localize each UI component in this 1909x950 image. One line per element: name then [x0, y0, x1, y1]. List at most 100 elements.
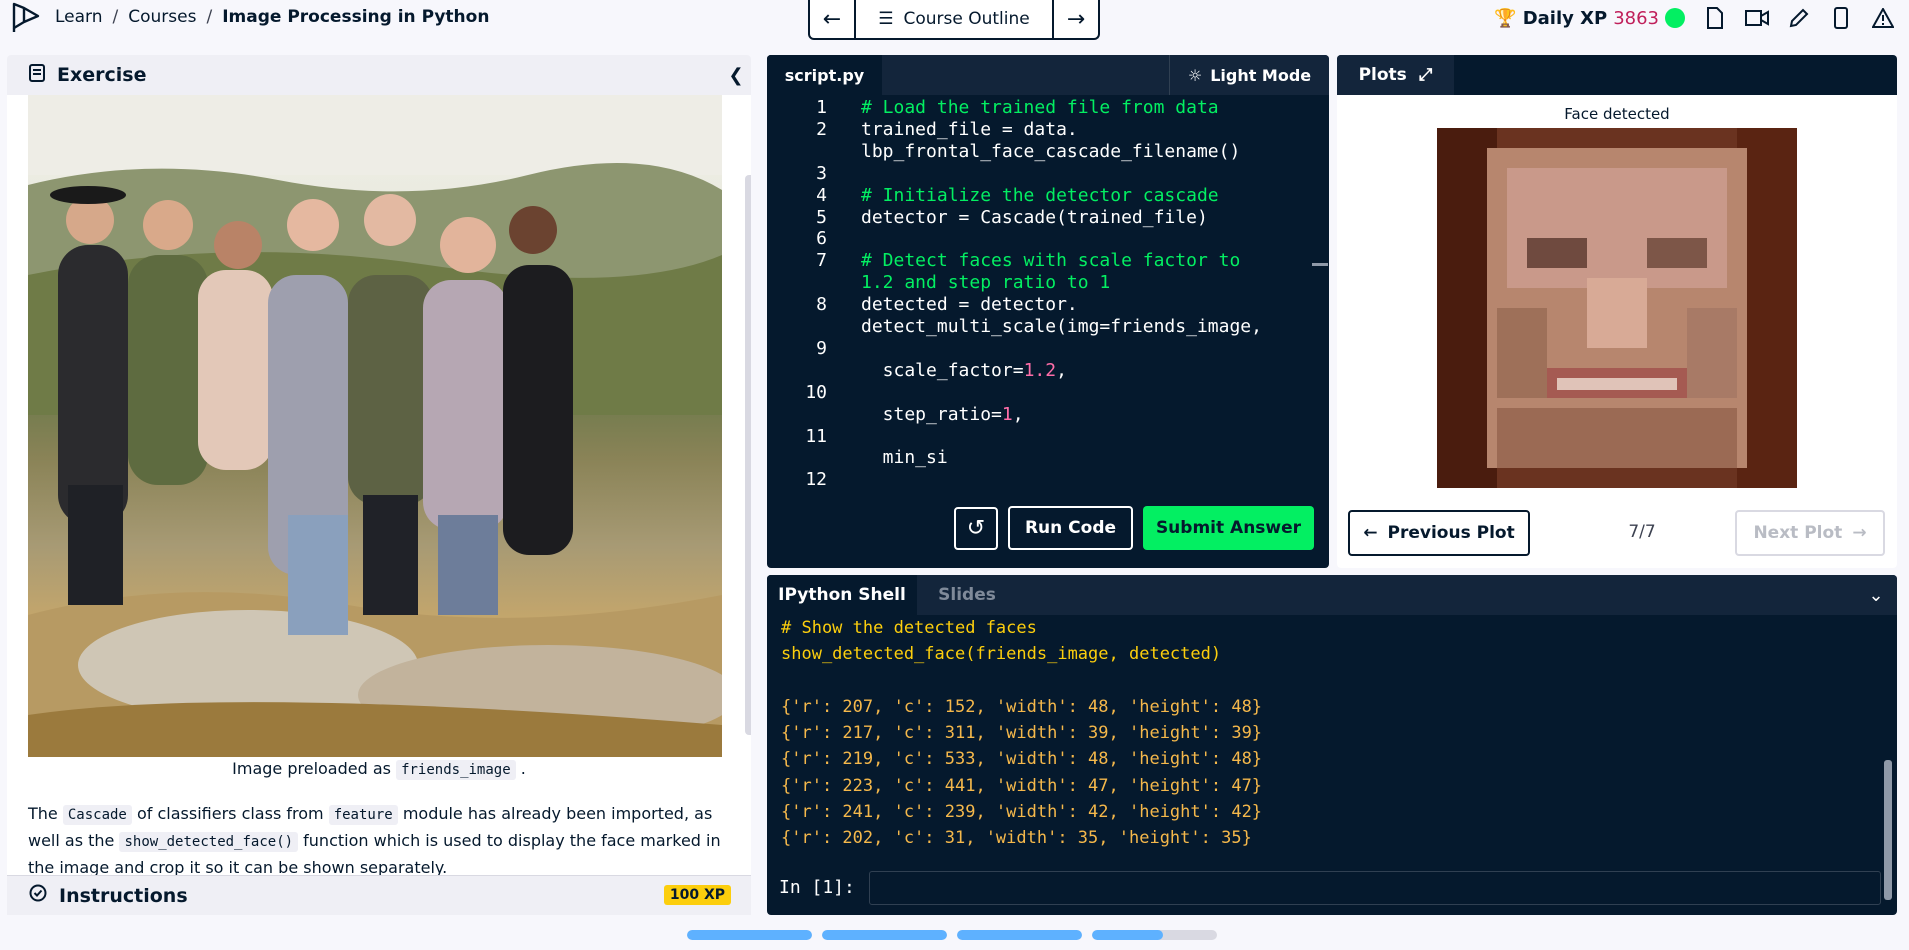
exercise-icon — [29, 63, 45, 87]
code-text: 1.2 and step ratio to 1 — [861, 272, 1111, 294]
document-icon[interactable] — [1703, 6, 1727, 30]
next-plot-label: Next Plot — [1753, 523, 1843, 543]
desc-code: Cascade — [62, 805, 132, 825]
console-tabs: IPython Shell Slides ⌄ — [767, 575, 1897, 615]
console-line: {'r': 241, 'c': 239, 'width': 42, 'heigh… — [781, 802, 1263, 823]
instructions-header[interactable]: Instructions 100 XP — [7, 875, 751, 915]
console-output: # Show the detected faces show_detected_f… — [781, 615, 1881, 852]
collapse-console-button[interactable]: ⌄ — [1855, 575, 1897, 615]
previous-plot-button[interactable]: ← Previous Plot — [1348, 510, 1530, 556]
status-indicator — [1665, 8, 1685, 28]
xp-badge: 100 XP — [663, 885, 731, 905]
line-number: 4 — [816, 184, 827, 206]
progress-segment — [687, 930, 812, 940]
console-line: # Show the detected faces — [781, 618, 1037, 638]
course-outline-button[interactable]: ☰ Course Outline — [854, 0, 1054, 38]
previous-plot-label: Previous Plot — [1387, 523, 1515, 543]
tab-ipython-shell[interactable]: IPython Shell — [767, 575, 917, 615]
plots-footer: ← Previous Plot 7/7 Next Plot → — [1337, 510, 1897, 560]
arrow-right-icon: → — [1066, 6, 1086, 32]
light-mode-label: Light Mode — [1210, 65, 1312, 85]
line-number: 2 — [816, 118, 827, 140]
caption-text: Image preloaded as — [232, 759, 391, 778]
progress-segment — [1092, 930, 1217, 940]
next-plot-button[interactable]: Next Plot → — [1735, 510, 1885, 556]
desc-text: The — [28, 804, 58, 823]
desc-code: show_detected_face() — [119, 832, 299, 852]
line-number: 1 — [816, 97, 827, 118]
line-number: 7 — [816, 250, 827, 272]
exercise-panel: Exercise ❮ Image preloaded as friends_im… — [7, 55, 751, 915]
code-text: # Detect faces with scale factor to — [861, 250, 1241, 272]
editor-scrollbar[interactable] — [1312, 263, 1328, 266]
breadcrumb-separator: / — [112, 7, 119, 27]
run-code-button[interactable]: Run Code — [1008, 506, 1133, 550]
code-text: min_si — [861, 447, 948, 469]
exercise-title: Exercise — [57, 64, 147, 86]
line-number: 11 — [805, 425, 827, 447]
alert-icon[interactable] — [1871, 6, 1895, 30]
tab-slides[interactable]: Slides — [917, 575, 1017, 615]
collapse-panel-button[interactable]: ❮ — [721, 55, 751, 95]
console-line: {'r': 219, 'c': 533, 'width': 48, 'heigh… — [781, 749, 1263, 770]
arrow-left-icon: ← — [822, 6, 842, 32]
course-navigation: ← ☰ Course Outline → — [808, 0, 1100, 40]
line-number: 12 — [805, 469, 827, 491]
progress-segment — [957, 930, 1082, 940]
caption-period: . — [520, 759, 526, 778]
line-number: 9 — [816, 337, 827, 359]
line-number: 10 — [805, 381, 827, 403]
exercise-description: The Cascade of classifiers class from fe… — [28, 801, 728, 881]
sun-icon: ☼ — [1187, 65, 1203, 85]
expand-icon[interactable]: ⤢ — [1419, 65, 1433, 85]
image-caption: Image preloaded as friends_image . — [7, 759, 751, 780]
console-input[interactable] — [869, 871, 1881, 905]
breadcrumb-learn[interactable]: Learn — [55, 7, 103, 27]
daily-xp[interactable]: 🏆 Daily XP 3863 — [1494, 8, 1685, 29]
arrow-right-icon: → — [1852, 523, 1867, 543]
plot-title: Face detected — [1564, 105, 1670, 123]
reset-code-button[interactable]: ↺ — [954, 507, 998, 550]
console-line: {'r': 207, 'c': 152, 'width': 48, 'heigh… — [781, 696, 1263, 717]
console-line: show_detected_face(friends_image, detect… — [781, 644, 1222, 665]
video-icon[interactable] — [1745, 6, 1769, 30]
pencil-icon[interactable] — [1787, 6, 1811, 30]
code-text: lbp_frontal_face_cascade_filename() — [861, 140, 1241, 162]
plot-image — [1437, 128, 1797, 488]
code-line: 12 — [767, 469, 1329, 495]
progress-segment — [822, 930, 947, 940]
submit-answer-button[interactable]: Submit Answer — [1143, 506, 1314, 550]
next-exercise-button[interactable]: → — [1054, 0, 1098, 38]
plot-pager: 7/7 — [1628, 522, 1656, 542]
exercise-scrollbar[interactable] — [745, 175, 751, 735]
plots-tab-label: Plots — [1358, 65, 1407, 85]
breadcrumb-courses[interactable]: Courses — [128, 7, 196, 27]
line-number: 8 — [816, 294, 827, 316]
arrow-left-icon: ← — [1363, 523, 1378, 543]
chevron-left-icon: ❮ — [728, 64, 744, 86]
code-text: detect_multi_scale(img=friends_image, — [861, 316, 1262, 337]
tab-plots[interactable]: Plots ⤢ — [1337, 55, 1454, 95]
undo-icon: ↺ — [966, 516, 986, 541]
console-scrollbar[interactable] — [1882, 620, 1894, 910]
code-text: # Initialize the detector cascade — [861, 184, 1219, 206]
console-line: {'r': 202, 'c': 31, 'width': 35, 'height… — [781, 828, 1252, 849]
light-mode-toggle[interactable]: ☼ Light Mode — [1169, 55, 1329, 95]
editor-tabs: script.py ☼ Light Mode — [767, 55, 1329, 95]
code-area[interactable]: 1 # Load the trained file from data 2 train… — [767, 95, 1329, 568]
code-text: # Load the trained file from data — [861, 97, 1219, 118]
tab-script-py[interactable]: script.py — [767, 55, 882, 95]
previous-exercise-button[interactable]: ← — [810, 0, 854, 38]
breadcrumb: Learn / Courses / Image Processing in Py… — [55, 7, 489, 27]
caption-code: friends_image — [396, 760, 516, 780]
desc-code: feature — [328, 805, 398, 825]
code-text: detector = Cascade(trained_file) — [861, 206, 1208, 228]
plots-tabs: Plots ⤢ — [1337, 55, 1897, 95]
line-number: 6 — [816, 228, 827, 250]
datacamp-logo-icon[interactable] — [10, 2, 44, 34]
code-text: trained_file = data. — [861, 118, 1078, 140]
console-prompt: In [1]: — [779, 877, 855, 898]
mobile-icon[interactable] — [1829, 6, 1853, 30]
breadcrumb-current[interactable]: Image Processing in Python — [222, 7, 489, 27]
